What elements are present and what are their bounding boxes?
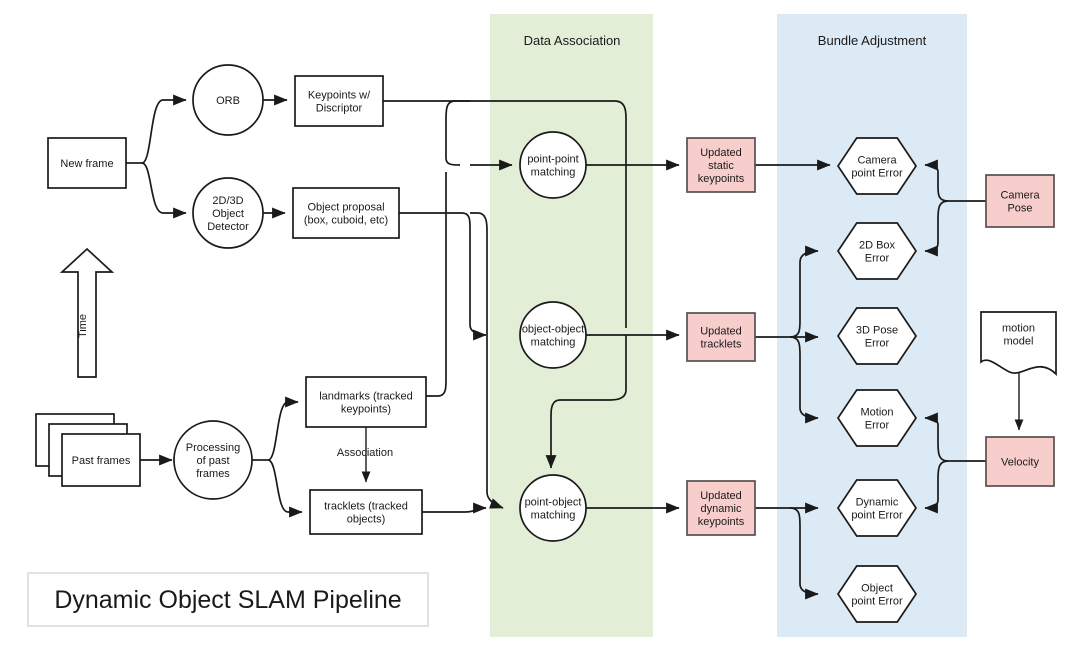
node-label-point-point-matching: point-point matching (527, 154, 578, 179)
band-labels: Data Association Bundle Adjustment (524, 33, 927, 48)
node-new-frame[interactable]: New frame (47, 137, 127, 189)
node-object-proposal[interactable]: Object proposal (box, cuboid, etc) (292, 187, 400, 239)
node-processing-past-frames[interactable]: Processing of past frames (173, 420, 253, 500)
diagram-canvas: Time New frame Keypoints w/Discriptor Obje… (0, 0, 1080, 664)
node-label-velocity: Velocity (1001, 457, 1039, 469)
node-object-object-matching[interactable]: object-object matching (519, 301, 587, 369)
node-point-object-matching[interactable]: point-object matching (519, 474, 587, 542)
node-orb[interactable]: ORB (192, 64, 264, 136)
band-label-data-association: Data Association (524, 33, 621, 48)
node-label-orb: ORB (216, 95, 240, 107)
node-label-new-frame: New frame (60, 158, 113, 170)
node-camera-pose[interactable]: Camera Pose (985, 174, 1055, 228)
node-label-keypoints-descriptor: Keypoints w/Discriptor (308, 90, 371, 115)
node-label-updated-dynamic-keypoints: Updated dynamic keypoints (698, 490, 745, 528)
title-box: Dynamic Object SLAM Pipeline (27, 572, 429, 627)
page-title: Dynamic Object SLAM Pipeline (54, 586, 401, 614)
node-label-dynamic-point-error: Dynamic point Error (851, 497, 903, 522)
time-arrow: Time (59, 247, 115, 378)
node-label-updated-tracklets: Updated tracklets (700, 326, 742, 351)
node-label-past-frames: Past frames (72, 455, 131, 467)
node-label-motion-error: Motion Error (860, 407, 893, 432)
slam-pipeline-diagram: Time New frame Keypoints w/Discriptor Obje… (27, 14, 1057, 637)
document-shapes: motion model (980, 311, 1057, 376)
node-velocity[interactable]: Velocity (985, 436, 1055, 487)
association-edge-label: Association (337, 447, 393, 459)
node-label-camera-point-error: Camera point Error (851, 155, 903, 180)
node-past-frames[interactable]: Past frames (61, 433, 141, 487)
node-object-detector[interactable]: 2D/3D Object Detector (192, 177, 264, 249)
node-point-point-matching[interactable]: point-point matching (519, 131, 587, 199)
node-updated-static-keypoints[interactable]: Updated static keypoints (686, 137, 756, 193)
node-label-point-object-matching: point-object matching (525, 497, 582, 522)
node-landmarks[interactable]: landmarks (tracked keypoints) (305, 376, 427, 428)
node-updated-dynamic-keypoints[interactable]: Updated dynamic keypoints (686, 480, 756, 536)
node-motion-model[interactable]: motion model (980, 311, 1057, 376)
node-label-object-detector: 2D/3D Object Detector (207, 195, 249, 233)
node-label-motion-model: motion model (1002, 323, 1035, 348)
node-label-object-proposal: Object proposal (box, cuboid, etc) (304, 202, 388, 227)
band-label-bundle-adjustment: Bundle Adjustment (818, 33, 927, 48)
time-label: Time (77, 314, 89, 338)
node-tracklets[interactable]: tracklets (tracked objects) (309, 489, 423, 535)
node-label-object-object-matching: object-object matching (522, 324, 584, 349)
node-keypoints-descriptor[interactable]: Keypoints w/Discriptor (294, 75, 384, 127)
node-updated-tracklets[interactable]: Updated tracklets (686, 312, 756, 362)
